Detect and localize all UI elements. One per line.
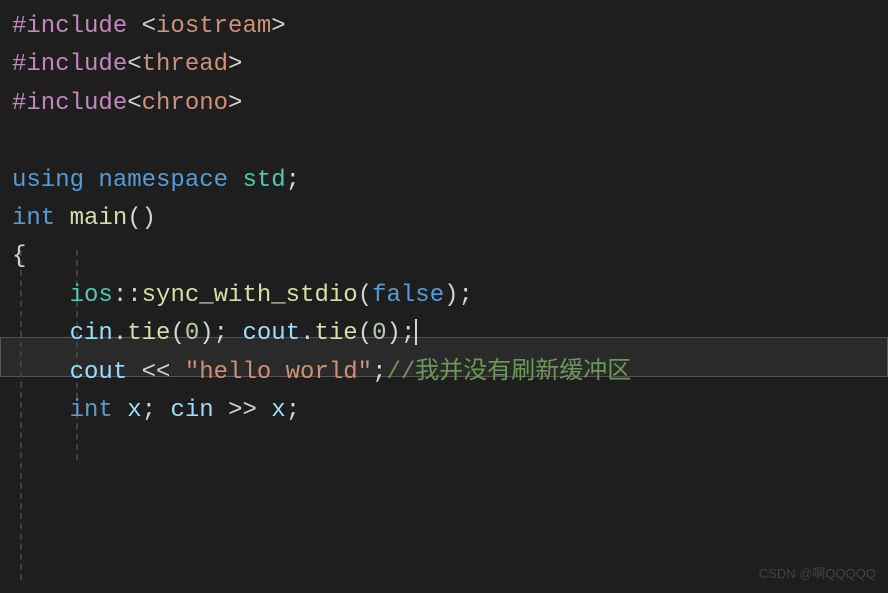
type-int: int (12, 205, 55, 232)
preprocessor-directive: #include (12, 90, 127, 117)
code-line-9[interactable]: cin.tie(0); cout.tie(0); (12, 315, 876, 353)
scope-op: :: (113, 282, 142, 309)
namespace-std: std (242, 167, 285, 194)
semicolon: ; (401, 320, 415, 347)
namespace-ios: ios (70, 282, 113, 309)
code-editor[interactable]: #include <iostream> #include<thread> #in… (12, 8, 876, 430)
stream-op: << (127, 359, 185, 386)
string-literal: "hello world" (185, 359, 372, 386)
number-zero: 0 (185, 320, 199, 347)
paren-close: ) (387, 320, 401, 347)
var-cin: cin (70, 320, 113, 347)
paren-open: ( (358, 320, 372, 347)
semicolon: ; (286, 397, 300, 424)
number-zero: 0 (372, 320, 386, 347)
angle-close: > (228, 51, 242, 78)
semicolon: ; (372, 359, 386, 386)
semicolon: ; (214, 320, 228, 347)
var-cout: cout (70, 359, 128, 386)
dot: . (113, 320, 127, 347)
paren-close: ) (444, 282, 458, 309)
paren-close: ) (199, 320, 213, 347)
var-x: x (271, 397, 285, 424)
function-tie: tie (315, 320, 358, 347)
angle-open: < (142, 13, 156, 40)
keyword-namespace: namespace (98, 167, 228, 194)
line-comment: //我并没有刷新缓冲区 (386, 359, 631, 386)
code-line-10[interactable]: cout << "hello world";//我并没有刷新缓冲区 (12, 354, 876, 392)
keyword-using: using (12, 167, 84, 194)
code-line-11[interactable]: int x; cin >> x; (12, 392, 876, 430)
code-line-5[interactable]: using namespace std; (12, 162, 876, 200)
semicolon: ; (459, 282, 473, 309)
function-tie: tie (127, 320, 170, 347)
code-line-7[interactable]: { (12, 238, 876, 276)
code-line-8[interactable]: ios::sync_with_stdio(false); (12, 277, 876, 315)
paren-open: ( (170, 320, 184, 347)
header-name: iostream (156, 13, 271, 40)
header-name: chrono (142, 90, 228, 117)
semicolon: ; (142, 397, 156, 424)
code-line-1[interactable]: #include <iostream> (12, 8, 876, 46)
var-cin: cin (170, 397, 213, 424)
function-main: main (70, 205, 128, 232)
preprocessor-directive: #include (12, 13, 127, 40)
paren-open: ( (358, 282, 372, 309)
preprocessor-directive: #include (12, 51, 127, 78)
watermark: CSDN @啊QQQQQ (759, 564, 876, 585)
code-line-3[interactable]: #include<chrono> (12, 85, 876, 123)
angle-open: < (127, 90, 141, 117)
constant-false: false (372, 282, 444, 309)
code-line-2[interactable]: #include<thread> (12, 46, 876, 84)
angle-open: < (127, 51, 141, 78)
type-int: int (70, 397, 113, 424)
stream-op: >> (214, 397, 272, 424)
angle-close: > (271, 13, 285, 40)
header-name: thread (142, 51, 228, 78)
var-cout: cout (242, 320, 300, 347)
dot: . (300, 320, 314, 347)
code-line-4[interactable] (12, 123, 876, 161)
var-x: x (127, 397, 141, 424)
function-sync: sync_with_stdio (142, 282, 358, 309)
angle-close: > (228, 90, 242, 117)
semicolon: ; (286, 167, 300, 194)
text-cursor (415, 319, 417, 345)
open-brace: { (12, 243, 26, 270)
code-line-6[interactable]: int main() (12, 200, 876, 238)
parens: () (127, 205, 156, 232)
